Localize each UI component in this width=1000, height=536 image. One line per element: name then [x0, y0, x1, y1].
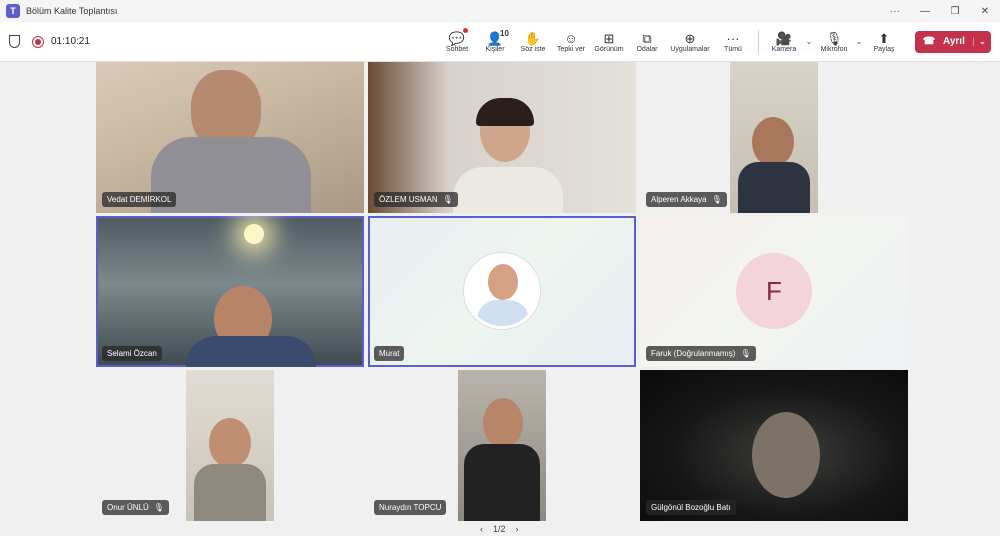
- meeting-toolbar: 01:10:21 💬 Sohbet 👤 10 Kişiler ✋ Söz ist…: [0, 22, 1000, 62]
- recording-icon: [32, 35, 44, 48]
- next-page-icon[interactable]: ›: [516, 524, 519, 534]
- smiley-icon: ☺: [564, 30, 578, 46]
- chat-icon: 💬: [448, 30, 466, 46]
- hand-icon: ✋: [524, 30, 542, 46]
- participant-initial-avatar: F: [736, 253, 812, 329]
- leave-options-chevron-icon[interactable]: ⌄: [973, 37, 991, 46]
- participant-hair: [476, 98, 534, 126]
- notification-dot: [463, 27, 468, 33]
- window-title: Bölüm Kalite Toplantısı: [26, 6, 118, 16]
- video-tile[interactable]: Alperen Akkaya 🎙: [640, 62, 908, 213]
- avatar-shirt: [477, 300, 529, 326]
- raise-hand-button[interactable]: ✋ Söz iste: [514, 22, 552, 62]
- ellipsis-icon: ···: [726, 30, 740, 46]
- react-button[interactable]: ☺ Tepki ver: [552, 22, 590, 62]
- participant-name-tag: Murat: [374, 346, 405, 361]
- video-tile[interactable]: Murat: [368, 216, 636, 367]
- participant-body: [464, 444, 540, 521]
- mic-off-icon: 🎙: [153, 503, 164, 512]
- video-stage: Vedat DEMİRKOL ÖZLEM USMAN 🎙 Alperen Akka…: [0, 62, 1000, 536]
- mic-button[interactable]: 🎙 Mikrofon: [815, 22, 853, 62]
- hangup-icon: ☎: [922, 36, 936, 47]
- gallery-pager: ‹ 1/2 ›: [480, 524, 519, 534]
- minimize-button[interactable]: —: [910, 0, 940, 22]
- toolbar-divider: [758, 29, 759, 54]
- participant-name-tag: Onur ÜNLÜ 🎙: [102, 500, 169, 515]
- view-button[interactable]: ⊞ Görünüm: [590, 22, 628, 62]
- apps-icon: ⊕: [684, 30, 696, 46]
- participant-face: [483, 398, 523, 448]
- video-tile[interactable]: Gülgönül Bozoğlu Batı: [640, 370, 908, 521]
- participant-name-tag: Vedat DEMİRKOL: [102, 192, 177, 207]
- participant-body: [453, 167, 563, 213]
- mic-options-chevron-icon[interactable]: ⌄: [853, 37, 865, 46]
- participant-body: [738, 162, 810, 213]
- participant-body: [186, 336, 316, 367]
- mic-off-icon: 🎙: [442, 195, 453, 204]
- participant-name-tag: Selami Özcan: [102, 346, 162, 361]
- participant-face: [752, 117, 794, 167]
- close-button[interactable]: ✕: [970, 0, 1000, 22]
- apps-button[interactable]: ⊕ Uygulamalar: [666, 22, 714, 62]
- meeting-timer: 01:10:21: [51, 36, 90, 47]
- video-tile[interactable]: Onur ÜNLÜ 🎙: [96, 370, 364, 521]
- previous-page-icon[interactable]: ‹: [480, 524, 483, 534]
- participant-name-tag: Gülgönül Bozoğlu Batı: [646, 500, 736, 515]
- grid-icon: ⊞: [603, 30, 615, 46]
- title-bar: T Bölüm Kalite Toplantısı ··· — ❐ ✕: [0, 0, 1000, 22]
- maximize-button[interactable]: ❐: [940, 0, 970, 22]
- mic-off-icon: 🎙: [740, 349, 751, 358]
- camera-icon: 🎥: [775, 30, 793, 46]
- rooms-button[interactable]: ⧉ Odalar: [628, 22, 666, 62]
- people-count: 10: [500, 28, 509, 38]
- video-tile[interactable]: Selami Özcan: [96, 216, 364, 367]
- rooms-icon: ⧉: [642, 30, 652, 46]
- more-button[interactable]: ··· Tümü: [714, 22, 752, 62]
- background-sun: [244, 224, 264, 244]
- participant-video: [186, 370, 274, 521]
- participant-name-tag: Alperen Akkaya 🎙: [646, 192, 727, 207]
- share-icon: ⬆: [878, 30, 890, 46]
- chat-button[interactable]: 💬 Sohbet: [438, 22, 476, 62]
- microphone-icon: 🎙: [825, 30, 843, 46]
- more-options-icon[interactable]: ···: [880, 0, 910, 22]
- participant-video: [752, 412, 820, 498]
- participant-name-tag: Nuraydın TOPCU: [374, 500, 447, 515]
- video-tile[interactable]: Nuraydın TOPCU: [368, 370, 636, 521]
- leave-button[interactable]: ☎ Ayrıl ⌄: [915, 30, 991, 53]
- share-button[interactable]: ⬆ Paylaş: [865, 22, 903, 62]
- video-tile[interactable]: Vedat DEMİRKOL: [96, 62, 364, 213]
- participant-video: [458, 370, 546, 521]
- participant-face: [209, 418, 251, 468]
- teams-logo-icon: T: [6, 4, 20, 18]
- participant-avatar: [464, 253, 540, 329]
- participant-name-tag: ÖZLEM USMAN 🎙: [374, 192, 458, 207]
- video-tile[interactable]: ÖZLEM USMAN 🎙: [368, 62, 636, 213]
- camera-options-chevron-icon[interactable]: ⌄: [803, 37, 815, 46]
- participant-body: [194, 464, 266, 521]
- video-tile[interactable]: F Faruk (Doğrulanmamış) 🎙: [640, 216, 908, 367]
- participant-name-tag: Faruk (Doğrulanmamış) 🎙: [646, 346, 756, 361]
- people-button[interactable]: 👤 10 Kişiler: [476, 22, 514, 62]
- shield-icon: [9, 35, 20, 48]
- mic-off-icon: 🎙: [711, 195, 722, 204]
- avatar-face: [488, 264, 518, 300]
- participant-video: [730, 62, 818, 213]
- camera-button[interactable]: 🎥 Kamera: [765, 22, 803, 62]
- page-indicator: 1/2: [493, 524, 506, 534]
